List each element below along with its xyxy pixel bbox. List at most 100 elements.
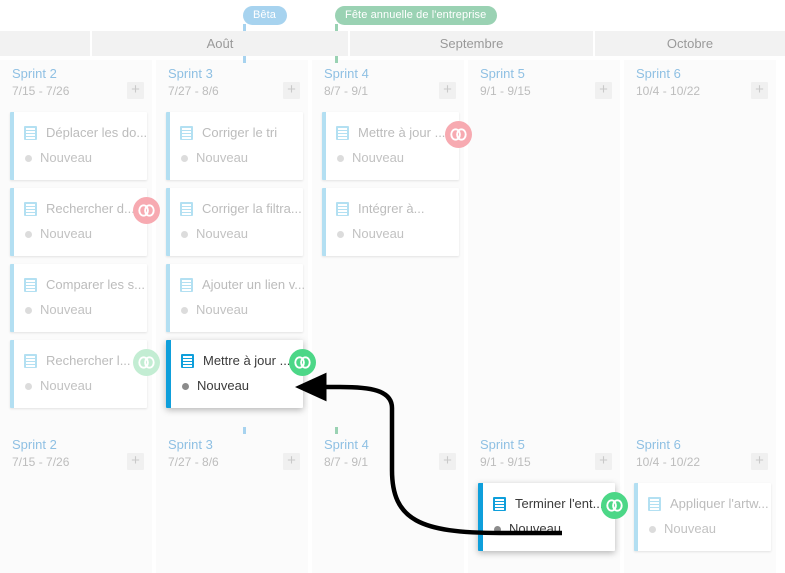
link-icon xyxy=(450,128,467,141)
sprint-column-header[interactable]: Sprint 5 9/1 - 9/15 + xyxy=(468,60,620,105)
month-header-cell xyxy=(0,31,90,56)
sprint-column-header[interactable]: Sprint 2 7/15 - 7/26 + xyxy=(0,60,152,105)
card-status-row: Nouveau xyxy=(494,522,561,536)
sprint-column-dropzone[interactable] xyxy=(312,476,464,573)
status-dot xyxy=(25,230,32,238)
sprint-column-dropzone[interactable] xyxy=(624,105,776,476)
add-card-button[interactable]: + xyxy=(751,453,768,470)
card-status-label: Nouveau xyxy=(352,226,405,241)
add-card-button[interactable]: + xyxy=(127,453,144,470)
card-status-label: Nouveau xyxy=(196,226,249,241)
sprint-column-header[interactable]: Sprint 3 7/27 - 8/6 + xyxy=(156,60,308,105)
document-icon xyxy=(24,202,37,216)
sprint-column-dropzone[interactable] xyxy=(156,476,308,573)
work-item-card[interactable]: Corriger la filtra... Nouveau xyxy=(166,188,303,256)
card-status-row: Nouveau xyxy=(181,303,248,317)
sprint-column-header[interactable]: Sprint 6 10/4 - 10/22 + xyxy=(624,60,776,105)
link-dependency-badge[interactable] xyxy=(289,349,316,376)
sprint-title: Sprint 4 xyxy=(324,66,369,81)
card-title-row: Mettre à jour ... xyxy=(181,354,290,368)
status-dot xyxy=(649,525,656,533)
card-title-row: Intégrer à... xyxy=(336,202,424,216)
work-item-card[interactable]: Déplacer les do... Nouveau xyxy=(10,112,147,180)
add-card-button[interactable]: + xyxy=(751,82,768,99)
sprint-column-header[interactable]: Sprint 2 7/15 - 7/26 + xyxy=(0,431,152,476)
document-icon xyxy=(336,202,349,216)
add-card-button[interactable]: + xyxy=(439,453,456,470)
card-status-row: Nouveau xyxy=(181,227,248,241)
card-title-row: Rechercher d... xyxy=(24,202,135,216)
card-status-label: Nouveau xyxy=(40,302,93,317)
sprint-column-dropzone[interactable] xyxy=(468,105,620,476)
card-status-row: Nouveau xyxy=(181,151,248,165)
card-status-row: Nouveau xyxy=(337,227,404,241)
sprint-title: Sprint 6 xyxy=(636,437,681,452)
sprint-title: Sprint 4 xyxy=(324,437,369,452)
sprint-column-header[interactable]: Sprint 4 8/7 - 9/1 + xyxy=(312,431,464,476)
link-icon xyxy=(138,356,155,369)
sprint-header-row: Sprint 2 7/15 - 7/26 + Sprint 3 7/27 - 8/6 + S… xyxy=(0,60,785,105)
sprint-date-range: 7/15 - 7/26 xyxy=(12,455,70,469)
card-title-row: Ajouter un lien v... xyxy=(180,278,305,292)
document-icon xyxy=(24,354,37,368)
sprint-column-header[interactable]: Sprint 5 9/1 - 9/15 + xyxy=(468,431,620,476)
swimlane: Sprint 2 7/15 - 7/26 + Sprint 3 7/27 - 8/6 + S… xyxy=(0,431,785,573)
card-title-row: Mettre à jour ... xyxy=(336,126,445,140)
work-item-card[interactable]: Corriger le tri Nouveau xyxy=(166,112,303,180)
sprint-column-header[interactable]: Sprint 3 7/27 - 8/6 + xyxy=(156,431,308,476)
milestone-tick xyxy=(335,427,338,434)
add-card-button[interactable]: + xyxy=(283,453,300,470)
add-card-button[interactable]: + xyxy=(595,82,612,99)
sprint-column-header[interactable]: Sprint 4 8/7 - 9/1 + xyxy=(312,60,464,105)
milestone-badge[interactable]: Fête annuelle de l'entreprise xyxy=(335,6,498,25)
card-status-row: Nouveau xyxy=(182,379,249,393)
document-icon xyxy=(24,278,37,292)
work-item-card[interactable]: Rechercher l... Nouveau xyxy=(10,340,147,408)
link-dependency-badge[interactable] xyxy=(133,197,160,224)
work-item-card[interactable]: Mettre à jour ... Nouveau xyxy=(322,112,459,180)
link-dependency-badge[interactable] xyxy=(601,492,628,519)
card-title-row: Appliquer l'artw... xyxy=(648,497,769,511)
status-dot xyxy=(181,230,188,238)
add-card-button[interactable]: + xyxy=(283,82,300,99)
card-title: Rechercher l... xyxy=(46,353,131,368)
work-item-card-selected[interactable]: Mettre à jour ... Nouveau xyxy=(166,340,303,408)
milestone-badge[interactable]: Bêta xyxy=(243,6,288,25)
sprint-date-range: 8/7 - 9/1 xyxy=(324,84,369,98)
card-status-row: Nouveau xyxy=(25,303,92,317)
work-item-card-selected[interactable]: Terminer l'ent... Nouveau xyxy=(478,483,615,551)
card-title: Corriger la filtra... xyxy=(202,201,302,216)
document-icon xyxy=(493,497,506,511)
status-dot xyxy=(494,525,501,533)
sprint-title: Sprint 6 xyxy=(636,66,681,81)
roadmap-timeline-board: Bêta Fête annuelle de l'entreprise Août Se… xyxy=(0,0,785,573)
document-icon xyxy=(180,278,193,292)
month-header-cell: Août xyxy=(92,31,348,56)
add-card-button[interactable]: + xyxy=(439,82,456,99)
work-item-card[interactable]: Intégrer à... Nouveau xyxy=(322,188,459,256)
card-status-row: Nouveau xyxy=(25,227,92,241)
month-header-row: Août Septembre Octobre xyxy=(0,31,785,56)
sprint-date-range: 9/1 - 9/15 xyxy=(480,455,531,469)
sprint-date-range: 8/7 - 9/1 xyxy=(324,455,369,469)
card-title: Corriger le tri xyxy=(202,125,278,140)
status-dot xyxy=(181,306,188,314)
link-dependency-badge[interactable] xyxy=(445,121,472,148)
sprint-title: Sprint 2 xyxy=(12,437,57,452)
sprint-date-range: 9/1 - 9/15 xyxy=(480,84,531,98)
work-item-card[interactable]: Rechercher d... Nouveau xyxy=(10,188,147,256)
document-icon xyxy=(648,497,661,511)
work-item-card[interactable]: Appliquer l'artw... Nouveau xyxy=(634,483,771,551)
sprint-column-dropzone[interactable] xyxy=(0,476,152,573)
card-title: Intégrer à... xyxy=(358,201,425,216)
add-card-button[interactable]: + xyxy=(595,453,612,470)
card-status-label: Nouveau xyxy=(196,150,249,165)
milestone-tick xyxy=(243,24,246,31)
add-card-button[interactable]: + xyxy=(127,82,144,99)
work-item-card[interactable]: Ajouter un lien v... Nouveau xyxy=(166,264,305,332)
status-dot xyxy=(337,230,344,238)
work-item-card[interactable]: Comparer les s... Nouveau xyxy=(10,264,147,332)
link-dependency-badge[interactable] xyxy=(133,349,160,376)
link-icon xyxy=(294,356,311,369)
sprint-column-header[interactable]: Sprint 6 10/4 - 10/22 + xyxy=(624,431,776,476)
